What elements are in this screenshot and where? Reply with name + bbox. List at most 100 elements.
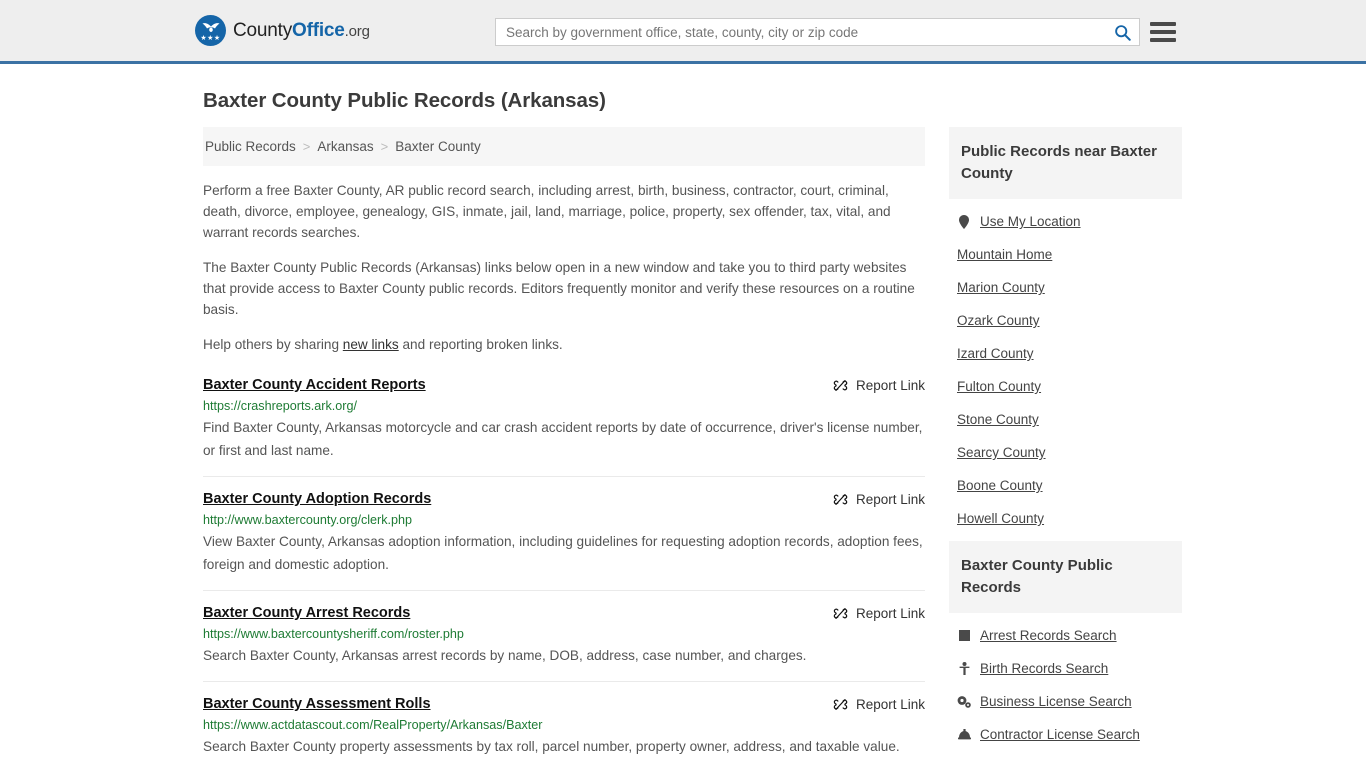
nearby-records-panel: Public Records near Baxter County Use My…	[949, 127, 1182, 535]
page-title: Baxter County Public Records (Arkansas)	[203, 89, 606, 112]
hamburger-menu-icon[interactable]	[1150, 19, 1176, 45]
search-box[interactable]	[495, 18, 1140, 46]
sidebar: Public Records near Baxter County Use My…	[949, 127, 1182, 757]
main-column: Public Records > Arkansas > Baxter Count…	[203, 127, 925, 768]
nearby-records-list: Use My Location Mountain Home Marion Cou…	[949, 199, 1182, 535]
breadcrumb: Public Records > Arkansas > Baxter Count…	[203, 127, 925, 166]
intro-paragraph-2: The Baxter County Public Records (Arkans…	[203, 260, 915, 317]
baby-icon	[957, 662, 971, 675]
nearby-records-heading: Public Records near Baxter County	[949, 127, 1182, 199]
report-link-button[interactable]: Report Link	[833, 696, 925, 712]
county-office-logo-icon: ★★★	[195, 15, 226, 46]
report-link-label: Report Link	[855, 606, 925, 621]
menu-bar-3	[1150, 38, 1176, 42]
search-button[interactable]	[1105, 19, 1139, 45]
hard-hat-icon	[957, 729, 971, 740]
sidebar-item-label[interactable]: Howell County	[957, 511, 1044, 526]
report-link-label: Report Link	[855, 492, 925, 507]
sidebar-item-label[interactable]: Boone County	[957, 478, 1043, 493]
result-item: Baxter County Arrest Records Report Link	[203, 605, 925, 682]
result-description: Search Baxter County, Arkansas arrest re…	[203, 648, 807, 663]
site-logo-text: CountyOffice.org	[233, 20, 370, 42]
intro-paragraph-3-before: Help others by sharing	[203, 337, 343, 352]
sidebar-item-label[interactable]: Use My Location	[980, 214, 1081, 229]
site-logo[interactable]: ★★★ CountyOffice.org	[195, 15, 370, 46]
sidebar-item-label[interactable]: Ozark County	[957, 313, 1040, 328]
intro-text: Perform a free Baxter County, AR public …	[203, 180, 925, 355]
content-columns: Public Records > Arkansas > Baxter Count…	[203, 127, 1182, 768]
report-link-button[interactable]: Report Link	[833, 605, 925, 621]
logo-text-office: Office	[292, 19, 345, 41]
stars-icon: ★★★	[200, 35, 221, 42]
sidebar-item-label[interactable]: Izard County	[957, 346, 1034, 361]
site-header: ★★★ CountyOffice.org	[0, 0, 1366, 64]
result-item: Baxter County Accident Reports Report Li…	[203, 377, 925, 477]
intro-paragraph-3-after: and reporting broken links.	[398, 337, 563, 352]
result-url[interactable]: http://www.baxtercounty.org/clerk.php	[203, 513, 925, 527]
search-input[interactable]	[496, 24, 1105, 40]
sidebar-item-label[interactable]: Searcy County	[957, 445, 1046, 460]
menu-bar-2	[1150, 30, 1176, 34]
result-item: Baxter County Assessment Rolls Report Li…	[203, 696, 925, 768]
result-url[interactable]: https://www.baxtercountysheriff.com/rost…	[203, 627, 925, 641]
result-title-link[interactable]: Baxter County Accident Reports	[203, 377, 426, 393]
result-url[interactable]: https://crashreports.ark.org/	[203, 399, 925, 413]
result-title-link[interactable]: Baxter County Adoption Records	[203, 491, 431, 507]
page-container: Baxter County Public Records (Arkansas) …	[0, 89, 1366, 768]
sidebar-item-contractor-license-search[interactable]: Contractor License Search	[957, 718, 1182, 751]
sidebar-item-izard-county[interactable]: Izard County	[957, 337, 1182, 370]
result-description: View Baxter County, Arkansas adoption in…	[203, 534, 923, 572]
result-title-link[interactable]: Baxter County Arrest Records	[203, 605, 410, 621]
sidebar-item-mountain-home[interactable]: Mountain Home	[957, 238, 1182, 271]
breadcrumb-item-baxter-county: Baxter County	[395, 139, 481, 154]
report-link-button[interactable]: Report Link	[833, 491, 925, 507]
results-list: Baxter County Accident Reports Report Li…	[203, 377, 925, 768]
logo-text-county: County	[233, 19, 293, 41]
menu-bar-1	[1150, 22, 1176, 26]
county-records-heading: Baxter County Public Records	[949, 541, 1182, 613]
sidebar-item-business-license-search[interactable]: Business License Search	[957, 685, 1182, 718]
sidebar-item-label[interactable]: Mountain Home	[957, 247, 1052, 262]
eagle-icon	[202, 23, 219, 32]
county-records-panel: Baxter County Public Records Arrest Reco…	[949, 541, 1182, 751]
sidebar-item-ozark-county[interactable]: Ozark County	[957, 304, 1182, 337]
gears-icon	[957, 695, 971, 708]
sidebar-item-label[interactable]: Stone County	[957, 412, 1039, 427]
map-pin-icon	[957, 214, 971, 229]
sidebar-item-label[interactable]: Fulton County	[957, 379, 1041, 394]
sidebar-item-label[interactable]: Marion County	[957, 280, 1045, 295]
report-link-button[interactable]: Report Link	[833, 377, 925, 393]
sidebar-item-searcy-county[interactable]: Searcy County	[957, 436, 1182, 469]
new-links-link[interactable]: new links	[343, 337, 399, 352]
broken-link-icon	[833, 494, 848, 505]
sidebar-item-marion-county[interactable]: Marion County	[957, 271, 1182, 304]
report-link-label: Report Link	[855, 378, 925, 393]
sidebar-item-label[interactable]: Business License Search	[980, 694, 1132, 709]
sidebar-item-arrest-records-search[interactable]: Arrest Records Search	[957, 619, 1182, 652]
sidebar-item-boone-county[interactable]: Boone County	[957, 469, 1182, 502]
result-title-link[interactable]: Baxter County Assessment Rolls	[203, 696, 431, 712]
sidebar-item-use-my-location[interactable]: Use My Location	[957, 205, 1182, 238]
sidebar-item-label[interactable]: Birth Records Search	[980, 661, 1108, 676]
report-link-label: Report Link	[855, 697, 925, 712]
broken-link-icon	[833, 380, 848, 391]
result-header: Baxter County Adoption Records Report Li…	[203, 491, 925, 507]
result-header: Baxter County Accident Reports Report Li…	[203, 377, 925, 393]
sidebar-item-stone-county[interactable]: Stone County	[957, 403, 1182, 436]
intro-paragraph-1: Perform a free Baxter County, AR public …	[203, 183, 891, 240]
result-description: Search Baxter County property assessment…	[203, 739, 900, 754]
sidebar-item-fulton-county[interactable]: Fulton County	[957, 370, 1182, 403]
breadcrumb-item-arkansas[interactable]: Arkansas	[317, 139, 373, 154]
result-item: Baxter County Adoption Records Report Li…	[203, 491, 925, 591]
breadcrumb-separator-icon: >	[302, 139, 311, 154]
sidebar-item-label[interactable]: Arrest Records Search	[980, 628, 1117, 643]
result-url[interactable]: https://www.actdatascout.com/RealPropert…	[203, 718, 925, 732]
breadcrumb-item-public-records[interactable]: Public Records	[205, 139, 296, 154]
logo-text-org: .org	[344, 22, 370, 40]
breadcrumb-separator-icon: >	[380, 139, 389, 154]
sidebar-item-howell-county[interactable]: Howell County	[957, 502, 1182, 535]
intro-paragraph-3: Help others by sharing new links and rep…	[203, 334, 925, 355]
sidebar-item-label[interactable]: Contractor License Search	[980, 727, 1140, 742]
broken-link-icon	[833, 608, 848, 619]
sidebar-item-birth-records-search[interactable]: Birth Records Search	[957, 652, 1182, 685]
